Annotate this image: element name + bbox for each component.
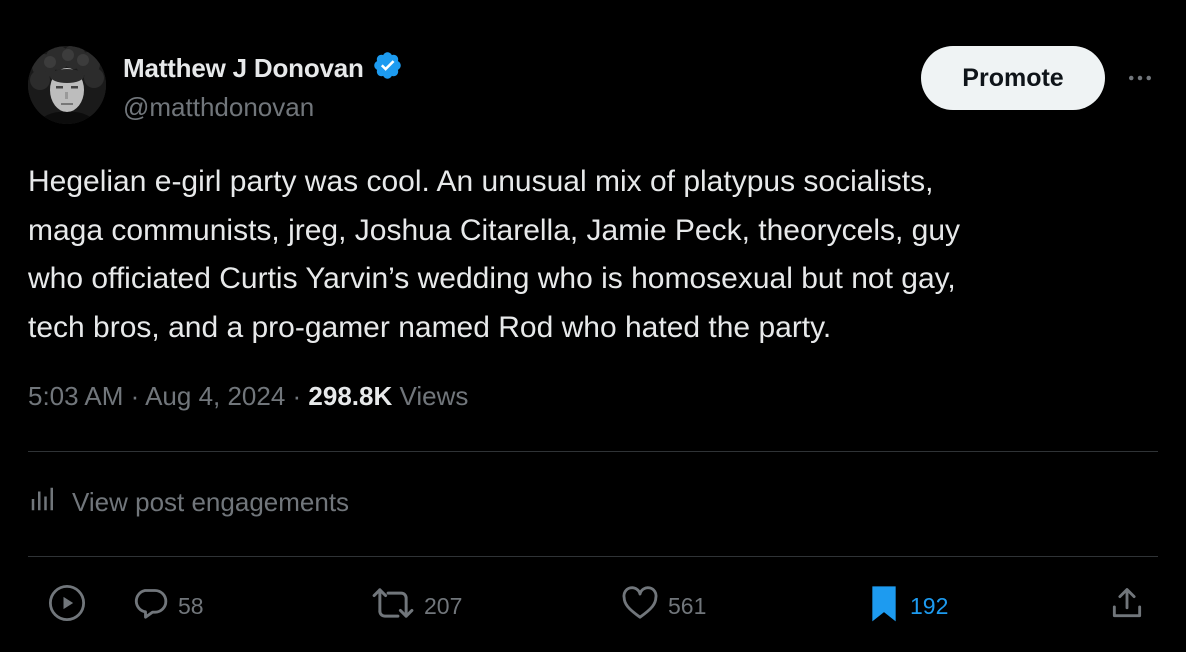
post-date[interactable]: Aug 4, 2024	[145, 381, 285, 411]
views-label: Views	[392, 381, 469, 411]
view-engagements-link[interactable]: View post engagements	[28, 484, 349, 521]
view-engagements-label: View post engagements	[72, 487, 350, 517]
analytics-bars-icon	[28, 484, 58, 521]
post-text-line: who officiated Curtis Yarvin’s wedding w…	[28, 262, 956, 295]
author-name-row: Matthew J Donovan	[123, 50, 403, 86]
play-button[interactable]	[46, 584, 88, 628]
post-text-line: tech bros, and a pro-gamer named Rod who…	[28, 310, 832, 344]
bookmark-filled-icon	[866, 583, 902, 629]
meta-separator: ·	[123, 381, 146, 411]
author-handle[interactable]: @matthdonovan	[123, 92, 314, 123]
reply-icon	[130, 583, 170, 629]
reply-count: 58	[178, 592, 204, 619]
play-circle-icon	[46, 582, 88, 630]
divider	[28, 451, 1158, 452]
post-text-line: maga communists, jreg, Joshua Citarella,…	[28, 213, 961, 247]
post-meta: 5:03 AM · Aug 4, 2024 · 298.8K Views	[28, 381, 468, 412]
bookmark-count: 192	[910, 592, 949, 619]
divider	[28, 556, 1158, 557]
like-button[interactable]: 561	[620, 584, 706, 628]
author-name[interactable]: Matthew J Donovan	[123, 53, 364, 84]
meta-separator: ·	[285, 381, 309, 411]
post-text: Hegelian e-girl party was cool. An unusu…	[28, 158, 1158, 352]
verified-badge-icon[interactable]	[372, 50, 403, 86]
share-button[interactable]	[1108, 584, 1146, 628]
reply-button[interactable]: 58	[130, 584, 204, 628]
avatar[interactable]	[28, 46, 106, 124]
bookmark-button[interactable]: 192	[866, 584, 948, 628]
heart-icon	[620, 583, 660, 629]
repost-count: 207	[424, 592, 463, 619]
repost-button[interactable]: 207	[370, 584, 462, 628]
more-horizontal-icon[interactable]	[1122, 60, 1158, 96]
like-count: 561	[668, 592, 707, 619]
repost-icon	[370, 583, 416, 629]
post-text-line: Hegelian e-girl party was cool. An unusu…	[28, 165, 934, 198]
promote-button[interactable]: Promote	[921, 46, 1105, 110]
views-count: 298.8K	[308, 381, 393, 411]
post-time[interactable]: 5:03 AM	[28, 381, 123, 411]
share-icon	[1108, 583, 1146, 629]
